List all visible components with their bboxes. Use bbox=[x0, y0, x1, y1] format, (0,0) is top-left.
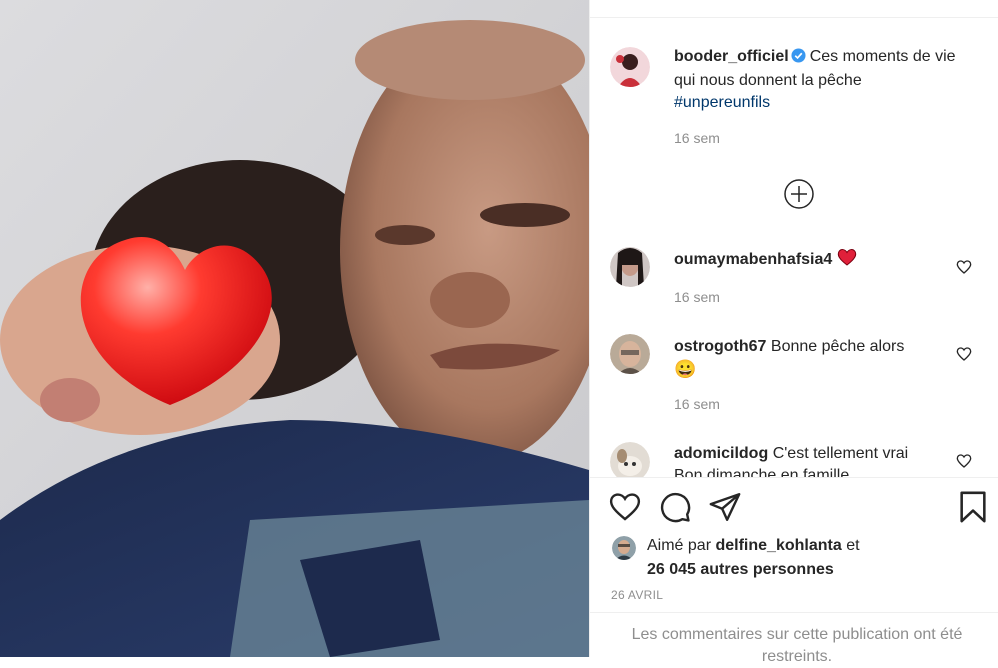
likes-count-link[interactable]: 26 045 autres personnes bbox=[647, 561, 834, 578]
verified-badge-icon bbox=[791, 48, 806, 70]
comment-button[interactable] bbox=[658, 490, 692, 524]
heart-icon bbox=[609, 493, 641, 521]
comment-username[interactable]: ostrogoth67 bbox=[674, 338, 766, 355]
comment-emoji: 😀 bbox=[674, 359, 697, 379]
post-caption: booder_officiel Ces moments de vie qui no… bbox=[674, 46, 974, 114]
comment-text: C'est tellement vrai bbox=[772, 445, 909, 462]
liker-avatar[interactable] bbox=[612, 536, 636, 560]
divider bbox=[590, 17, 998, 18]
heart-emoji-icon bbox=[837, 249, 857, 268]
bookmark-icon bbox=[960, 491, 986, 523]
comment-time: 16 sem bbox=[674, 289, 720, 305]
like-button[interactable] bbox=[608, 490, 642, 524]
like-comment-heart-icon[interactable] bbox=[956, 346, 974, 364]
post-date[interactable]: 26 AVRIL bbox=[611, 588, 663, 602]
post-photo[interactable] bbox=[0, 0, 589, 657]
comment: adomicildog C'est tellement vrai Bon dim… bbox=[674, 443, 944, 477]
likes-summary: Aimé par delfine_kohlanta et 26 045 autr… bbox=[647, 534, 860, 582]
comment-time: 16 sem bbox=[674, 396, 720, 412]
hashtag-link[interactable]: #unpereunfils bbox=[674, 94, 770, 111]
comments-restricted-notice: Les commentaires sur cette publication o… bbox=[631, 626, 963, 665]
commenter-avatar[interactable] bbox=[610, 334, 650, 374]
plus-circle-icon bbox=[784, 179, 814, 209]
divider bbox=[590, 612, 998, 613]
author-username[interactable]: booder_officiel bbox=[674, 48, 789, 65]
liker-username[interactable]: delfine_kohlanta bbox=[715, 537, 841, 554]
divider bbox=[590, 477, 998, 478]
likes-prefix: Aimé par bbox=[647, 537, 712, 554]
author-avatar[interactable] bbox=[610, 47, 650, 87]
likes-conj: et bbox=[846, 537, 860, 554]
comment-bubble-icon bbox=[660, 492, 691, 523]
paper-plane-icon bbox=[709, 493, 741, 521]
comment-username[interactable]: oumaymabenhafsia4 bbox=[674, 251, 832, 268]
photo-image bbox=[0, 0, 589, 657]
load-more-comments-button[interactable] bbox=[783, 178, 815, 210]
comments-list[interactable]: oumaymabenhafsia4 16 sem ostrogoth67 Bon… bbox=[590, 230, 998, 477]
post-panel: booder_officiel Ces moments de vie qui no… bbox=[589, 0, 998, 665]
comment-username[interactable]: adomicildog bbox=[674, 445, 768, 462]
comment: oumaymabenhafsia4 bbox=[674, 248, 944, 271]
post-time: 16 sem bbox=[674, 130, 720, 146]
comment: ostrogoth67 Bonne pêche alors 😀 bbox=[674, 336, 944, 382]
share-button[interactable] bbox=[708, 490, 742, 524]
like-comment-heart-icon[interactable] bbox=[956, 259, 974, 277]
like-comment-heart-icon[interactable] bbox=[956, 453, 974, 471]
comment-text: Bonne pêche alors bbox=[770, 338, 905, 355]
comment-text-continued: Bon dimanche en famille bbox=[674, 467, 850, 477]
save-button[interactable] bbox=[958, 490, 992, 524]
commenter-avatar[interactable] bbox=[610, 442, 650, 477]
commenter-avatar[interactable] bbox=[610, 247, 650, 287]
